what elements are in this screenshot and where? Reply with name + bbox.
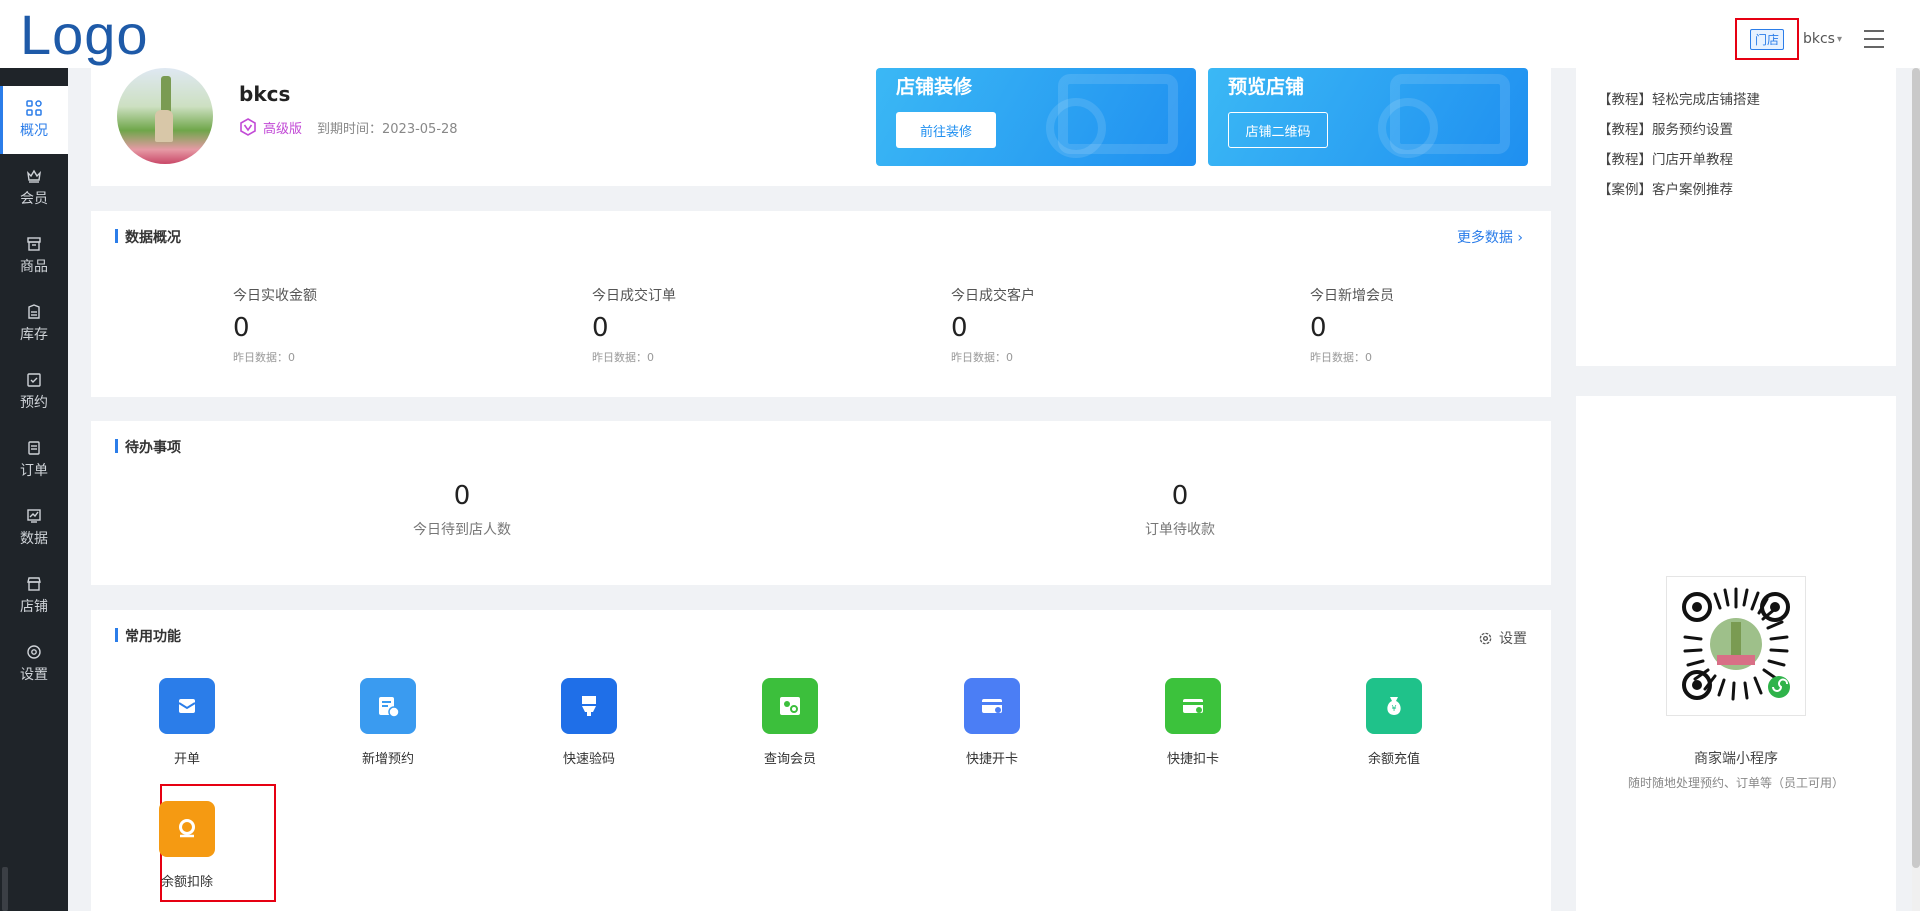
more-data-link[interactable]: 更多数据 › xyxy=(1457,227,1523,247)
sidebar-item-overview[interactable]: 概况 xyxy=(0,86,68,154)
func-balance-recharge[interactable]: ¥ 余额充值 xyxy=(1339,678,1449,767)
logo[interactable]: Logo xyxy=(20,2,149,67)
tutorial-link[interactable]: 【教程】门店开单教程 xyxy=(1598,148,1733,168)
sidebar-item-label: 库存 xyxy=(20,327,48,343)
open-card-icon xyxy=(964,678,1020,734)
chart-icon xyxy=(26,508,42,524)
data-overview-title: 数据概况 xyxy=(115,227,181,247)
sidebar: 概况 会员 商品 库存 预约 订单 数据 店铺 设置 xyxy=(0,68,68,911)
common-functions-title: 常用功能 xyxy=(115,626,181,646)
open-order-icon xyxy=(159,678,215,734)
decorate-banner-title: 店铺装修 xyxy=(896,76,973,98)
calendar-check-icon xyxy=(26,372,42,388)
inventory-icon xyxy=(26,304,42,320)
tutorial-link[interactable]: 【教程】轻松完成店铺搭建 xyxy=(1598,88,1760,108)
user-name[interactable]: bkcs xyxy=(1803,31,1835,47)
common-functions-card: 常用功能 设置 开单 新增预约 快速验码 查询会员 快捷开卡 快捷扣卡 ¥ 余额… xyxy=(91,610,1551,911)
data-overview-card: 数据概况 更多数据 › 今日实收金额 0 昨日数据：0 今日成交订单 0 昨日数… xyxy=(91,211,1551,397)
expire-date: 到期时间：2023-05-28 xyxy=(317,122,458,137)
func-open-order[interactable]: 开单 xyxy=(132,678,242,767)
balance-recharge-icon: ¥ xyxy=(1366,678,1422,734)
tutorial-link[interactable]: 【教程】服务预约设置 xyxy=(1598,118,1733,138)
miniprogram-card: 商家端小程序 随时随地处理预约、订单等（员工可用） xyxy=(1576,396,1896,911)
miniprogram-title: 商家端小程序 xyxy=(1694,751,1778,767)
sidebar-item-label: 预约 xyxy=(20,395,48,411)
functions-settings-link[interactable]: 设置 xyxy=(1478,628,1527,648)
balance-deduct-icon xyxy=(159,801,215,857)
preview-banner: 预览店铺 店铺二维码 xyxy=(1208,68,1528,166)
todo-title: 待办事项 xyxy=(115,437,181,457)
new-appointment-icon xyxy=(360,678,416,734)
sidebar-item-members[interactable]: 会员 xyxy=(0,154,68,222)
sidebar-item-settings[interactable]: 设置 xyxy=(0,630,68,698)
sidebar-item-inventory[interactable]: 库存 xyxy=(0,290,68,358)
go-decorate-button[interactable]: 前往装修 xyxy=(896,112,996,148)
stat-today-revenue: 今日实收金额 0 昨日数据：0 xyxy=(233,288,317,364)
sidebar-item-orders[interactable]: 订单 xyxy=(0,426,68,494)
store-tag[interactable]: 门店 xyxy=(1749,28,1784,50)
profile-card: bkcs 高级版 到期时间：2023-05-28 店铺装修 前往装修 预览店铺 … xyxy=(91,68,1551,186)
page-scrollbar-thumb[interactable] xyxy=(1912,68,1920,868)
search-member-icon xyxy=(762,678,818,734)
sidebar-item-label: 店铺 xyxy=(20,599,48,615)
func-quick-verify[interactable]: 快速验码 xyxy=(534,678,644,767)
sidebar-item-goods[interactable]: 商品 xyxy=(0,222,68,290)
settings-icon xyxy=(26,644,42,660)
stat-today-new-members: 今日新增会员 0 昨日数据：0 xyxy=(1310,288,1394,364)
overview-icon xyxy=(26,100,42,116)
miniprogram-qrcode xyxy=(1666,576,1806,716)
stat-today-orders: 今日成交订单 0 昨日数据：0 xyxy=(592,288,676,364)
shop-box-icon xyxy=(26,236,42,252)
sidebar-item-data[interactable]: 数据 xyxy=(0,494,68,562)
func-quick-open-card[interactable]: 快捷开卡 xyxy=(937,678,1047,767)
deduct-card-icon xyxy=(1165,678,1221,734)
sidebar-item-label: 订单 xyxy=(20,463,48,479)
top-header: Logo 门店 bkcs ▾ xyxy=(0,0,1920,68)
header-right: 门店 bkcs ▾ xyxy=(1734,18,1884,60)
miniprogram-subtitle: 随时随地处理预约、订单等（员工可用） xyxy=(1627,776,1844,790)
svg-text:¥: ¥ xyxy=(1391,704,1396,713)
sidebar-scrollbar[interactable] xyxy=(2,867,8,911)
sidebar-item-label: 概况 xyxy=(20,123,48,139)
sidebar-item-label: 商品 xyxy=(20,259,48,275)
crown-icon xyxy=(26,168,42,184)
sidebar-item-label: 设置 xyxy=(20,667,48,683)
store-icon xyxy=(26,576,42,592)
store-tag-highlight: 门店 xyxy=(1734,18,1799,60)
todo-card: 待办事项 0 今日待到店人数 0 订单待收款 xyxy=(91,421,1551,585)
vip-badge-icon xyxy=(240,118,256,136)
todo-pending-payment[interactable]: 0 订单待收款 xyxy=(1080,481,1280,539)
todo-today-arrivals[interactable]: 0 今日待到店人数 xyxy=(362,481,562,539)
sidebar-item-label: 数据 xyxy=(20,531,48,547)
sidebar-item-label: 会员 xyxy=(20,191,48,207)
store-qrcode-button[interactable]: 店铺二维码 xyxy=(1228,112,1328,148)
decorate-banner: 店铺装修 前往装修 xyxy=(876,68,1196,166)
hamburger-menu-icon[interactable] xyxy=(1864,30,1884,48)
preview-banner-title: 预览店铺 xyxy=(1228,76,1305,98)
func-quick-deduct-card[interactable]: 快捷扣卡 xyxy=(1138,678,1248,767)
avatar[interactable] xyxy=(117,68,213,164)
sidebar-item-store[interactable]: 店铺 xyxy=(0,562,68,630)
profile-name: bkcs xyxy=(239,82,291,106)
caret-down-icon[interactable]: ▾ xyxy=(1837,34,1842,45)
order-icon xyxy=(26,440,42,456)
sidebar-item-appointment[interactable]: 预约 xyxy=(0,358,68,426)
stat-today-customers: 今日成交客户 0 昨日数据：0 xyxy=(951,288,1035,364)
func-balance-deduct[interactable]: 余额扣除 xyxy=(132,801,242,890)
gear-icon xyxy=(1479,632,1492,644)
vip-level: 高级版 xyxy=(263,122,303,137)
verify-code-icon xyxy=(561,678,617,734)
func-new-appointment[interactable]: 新增预约 xyxy=(333,678,443,767)
tutorials-card: 【教程】轻松完成店铺搭建 【教程】服务预约设置 【教程】门店开单教程 【案例】客… xyxy=(1576,68,1896,366)
func-search-member[interactable]: 查询会员 xyxy=(735,678,845,767)
tutorial-link[interactable]: 【案例】客户案例推荐 xyxy=(1598,178,1733,198)
